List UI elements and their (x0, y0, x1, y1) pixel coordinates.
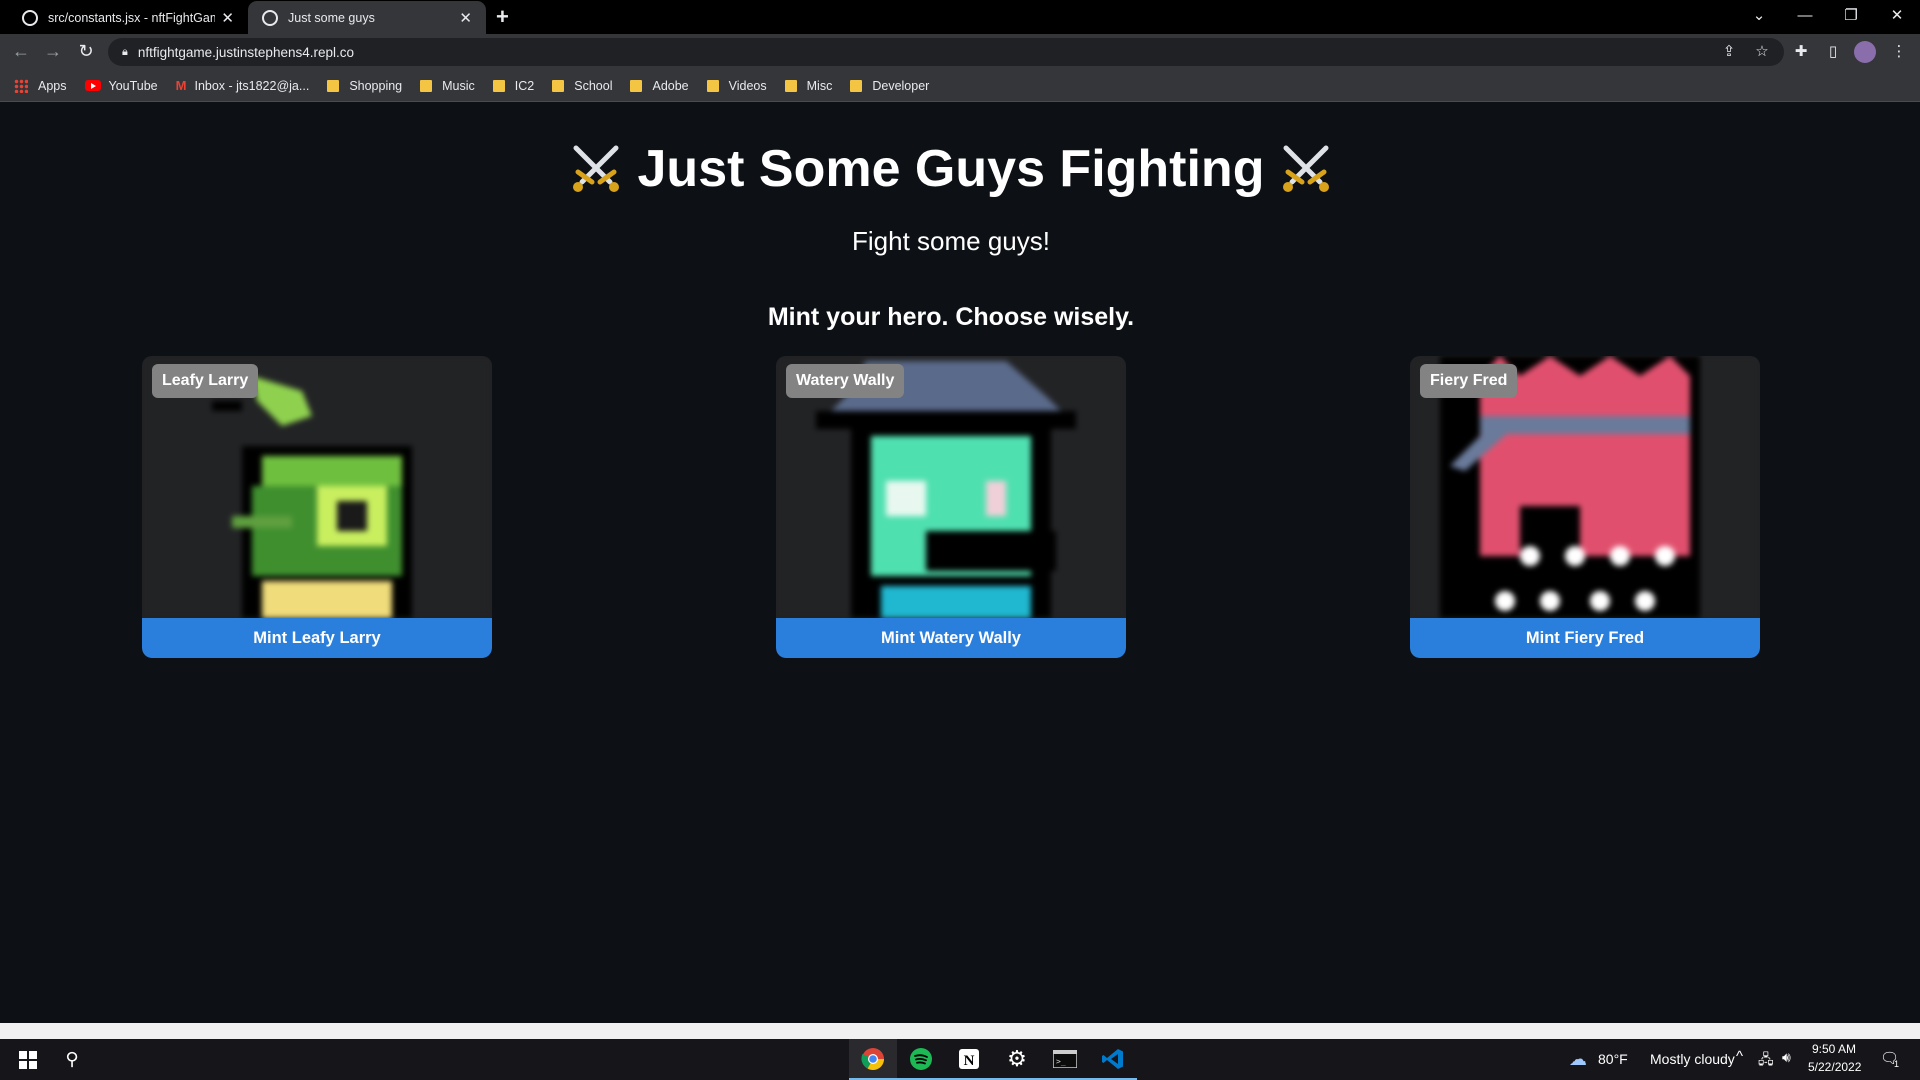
bookmarks-bar: Apps YouTube M Inbox - jts1822@ja... Sho… (0, 70, 1920, 102)
search-icon[interactable]: ⚲ (52, 1039, 92, 1080)
character-card-watery-wally: Watery Wally Mint Watery Wally (776, 356, 1126, 658)
bookmark-folder-music[interactable]: Music (420, 79, 475, 93)
youtube-icon (84, 80, 101, 91)
page-title-row: Just Some Guys Fighting (0, 139, 1902, 200)
bookmark-label: Adobe (652, 78, 689, 93)
mint-heading: Mint your hero. Choose wisely. (767, 303, 1135, 331)
extensions-puzzle-icon[interactable]: ✚ (1790, 42, 1812, 60)
folder-icon (630, 79, 643, 92)
tab-title: src/constants.jsx - nftFightGame (48, 10, 216, 25)
mint-fiery-fred-button[interactable]: Mint Fiery Fred (1410, 618, 1760, 658)
apps-grid-icon (14, 78, 28, 93)
mint-watery-wally-button[interactable]: Mint Watery Wally (776, 618, 1126, 658)
bookmark-label: Inbox - jts1822@ja... (194, 78, 310, 93)
bookmark-folder-shopping[interactable]: Shopping (327, 79, 402, 93)
tab-search-icon[interactable]: ⌄ (1736, 0, 1782, 30)
lock-icon[interactable]: 🔒︎ (122, 46, 128, 59)
notification-count: 1 (1894, 1059, 1900, 1069)
vscode-taskbar-icon[interactable] (1089, 1039, 1137, 1080)
tab-constants-jsx[interactable]: src/constants.jsx - nftFightGame ✕ (8, 1, 248, 34)
horizontal-scrollbar[interactable] (0, 1023, 1920, 1039)
mint-leafy-larry-button[interactable]: Mint Leafy Larry (142, 618, 492, 658)
page-title: Just Some Guys Fighting (637, 140, 1265, 198)
bookmark-label: Videos (728, 78, 767, 93)
chrome-taskbar-icon[interactable] (849, 1039, 897, 1080)
bookmark-apps[interactable]: Apps (14, 78, 67, 93)
globe-favicon-icon (262, 9, 278, 26)
bookmark-label: Developer (872, 78, 930, 93)
side-panel-icon[interactable]: ▯ (1822, 42, 1844, 60)
bookmark-label: School (574, 78, 613, 93)
new-tab-button[interactable]: + (496, 4, 509, 30)
svg-text:>_: >_ (1056, 1057, 1066, 1066)
weather-temp[interactable]: 80°F (1598, 1051, 1628, 1067)
notion-taskbar-icon[interactable]: N (945, 1039, 993, 1080)
crossed-swords-icon (572, 145, 619, 193)
volume-icon[interactable]: 🔊︎ (1782, 1049, 1791, 1066)
gmail-icon: M (175, 78, 187, 93)
close-window-button[interactable]: ✕ (1874, 0, 1920, 30)
bookmark-label: Music (442, 78, 475, 93)
clock-date[interactable]: 5/22/2022 (1808, 1060, 1861, 1074)
svg-text:N: N (964, 1053, 975, 1069)
bookmark-folder-ic2[interactable]: IC2 (492, 78, 535, 93)
share-icon[interactable]: ⇪ (1718, 42, 1740, 60)
folder-icon (706, 79, 719, 92)
bookmark-label: YouTube (108, 78, 158, 93)
bookmark-folder-adobe[interactable]: Adobe (630, 78, 689, 93)
close-tab-icon[interactable]: ✕ (459, 9, 472, 27)
page-content: Just Some Guys Fighting Fight some guys!… (0, 103, 1902, 1023)
forward-arrow-icon[interactable]: → (41, 41, 65, 62)
bookmark-folder-developer[interactable]: Developer (850, 79, 929, 93)
menu-kebab-icon[interactable]: ⋮ (1888, 42, 1910, 60)
weather-cloud-icon[interactable]: ☁ (1564, 1039, 1592, 1080)
minimize-window-button[interactable]: — (1782, 0, 1828, 30)
show-hidden-icons-chevron-icon[interactable]: ^ (1736, 1048, 1743, 1065)
folder-icon (327, 79, 340, 92)
folder-icon (420, 79, 433, 92)
bookmark-label: IC2 (514, 78, 535, 93)
settings-gear-icon[interactable]: ⚙ (993, 1039, 1041, 1080)
folder-icon (552, 79, 565, 92)
back-arrow-icon[interactable]: ← (9, 41, 33, 62)
page-subtitle: Fight some guys! (852, 226, 1050, 256)
bookmark-youtube[interactable]: YouTube (84, 78, 158, 93)
crossed-swords-icon (1283, 145, 1330, 193)
windows-taskbar: ⚲ N ⚙ >_ ☁ 80°F Mostly cloudy ^ 🖧︎ 🔊︎ 9:… (0, 1039, 1920, 1080)
terminal-taskbar-icon[interactable]: >_ (1041, 1039, 1089, 1080)
tab-title: Just some guys (288, 10, 375, 25)
reload-icon[interactable]: ↻ (74, 41, 98, 62)
close-tab-icon[interactable]: ✕ (221, 9, 234, 27)
folder-icon (492, 79, 505, 92)
clock-time[interactable]: 9:50 AM (1812, 1042, 1856, 1056)
bookmark-label: Misc (806, 78, 833, 93)
character-name-badge: Watery Wally (786, 364, 905, 398)
bookmark-label: Shopping (349, 78, 403, 93)
folder-icon (784, 79, 797, 92)
character-name-badge: Leafy Larry (152, 364, 259, 398)
address-url: nftfightgame.justinstephens4.repl.co (137, 44, 354, 60)
bookmark-folder-videos[interactable]: Videos (706, 78, 767, 93)
character-card-leafy-larry: Leafy Larry Mint Leafy Larry (142, 356, 492, 658)
replit-favicon-icon (22, 9, 38, 26)
bookmark-label: Apps (38, 78, 67, 93)
browser-toolbar: ← → ↻ 🔒︎ nftfightgame.justinstephens4.re… (0, 34, 1920, 70)
weather-condition[interactable]: Mostly cloudy (1650, 1051, 1735, 1067)
folder-icon (850, 79, 863, 92)
bookmark-folder-school[interactable]: School (552, 79, 612, 93)
bookmark-folder-misc[interactable]: Misc (784, 78, 833, 93)
address-bar[interactable]: 🔒︎ nftfightgame.justinstephens4.repl.co (108, 38, 1784, 66)
restore-window-button[interactable]: ❐ (1828, 0, 1874, 30)
network-icon[interactable]: 🖧︎ (1758, 1049, 1774, 1073)
spotify-taskbar-icon[interactable] (897, 1039, 945, 1080)
character-card-fiery-fred: Fiery Fred Mint Fiery Fred (1410, 356, 1760, 658)
bookmark-inbox[interactable]: M Inbox - jts1822@ja... (176, 78, 310, 93)
tab-just-some-guys[interactable]: Just some guys ✕ (248, 1, 486, 34)
bookmark-star-icon[interactable]: ☆ (1751, 42, 1773, 60)
windows-start-icon[interactable] (8, 1039, 48, 1080)
tab-strip: src/constants.jsx - nftFightGame ✕ Just … (0, 0, 1920, 34)
character-name-badge: Fiery Fred (1420, 364, 1518, 398)
profile-avatar[interactable] (1854, 41, 1876, 63)
vertical-scrollbar[interactable] (1902, 103, 1920, 1023)
